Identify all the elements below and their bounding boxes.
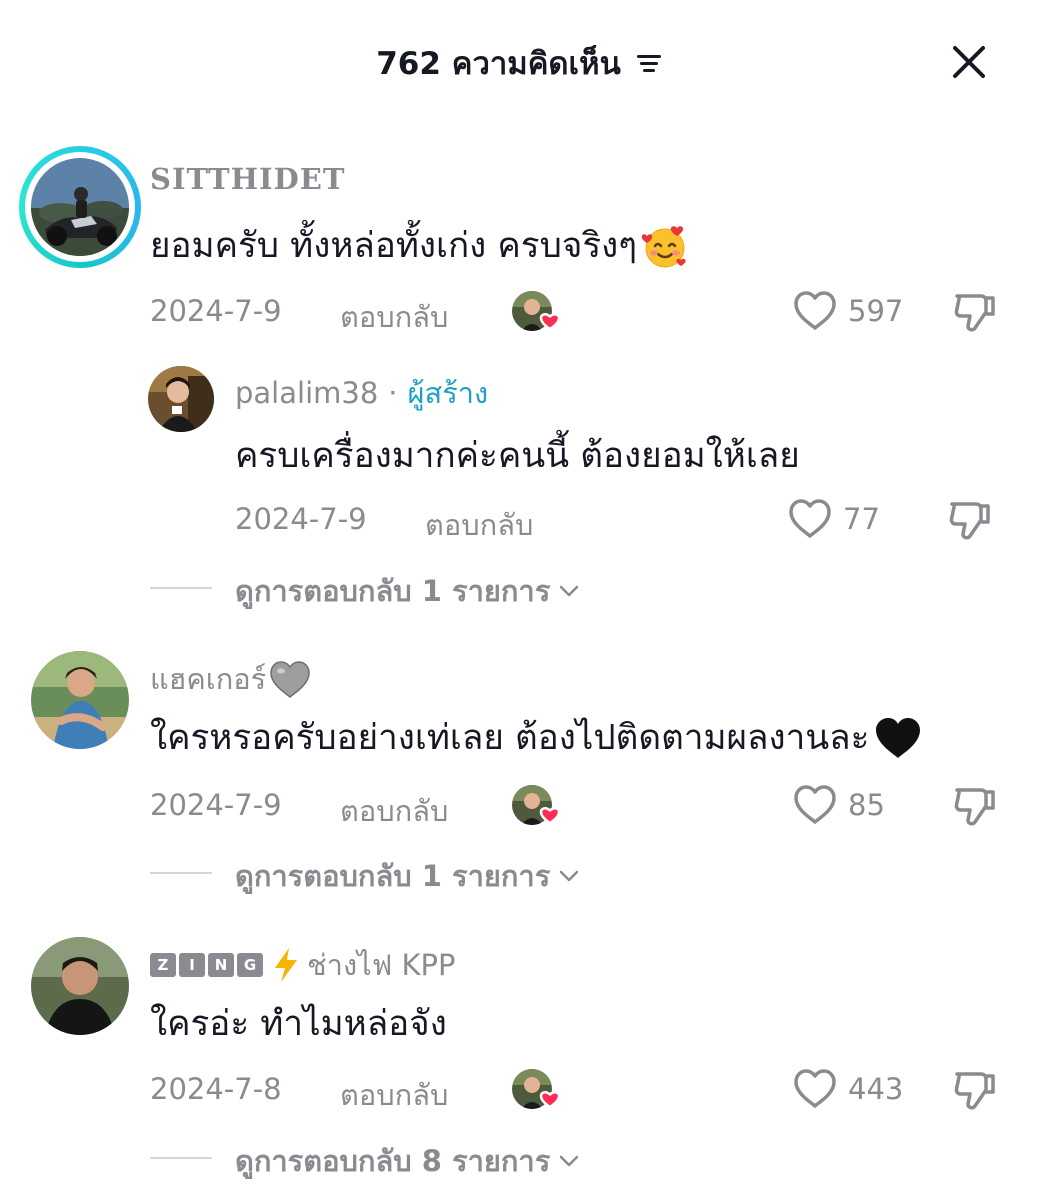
replies-divider [150, 872, 212, 874]
reply-button[interactable]: ตอบกลับ [340, 788, 448, 834]
avatar[interactable] [31, 937, 129, 1035]
heart-outline-icon [794, 291, 836, 330]
like-count: 597 [848, 294, 904, 328]
view-replies-button[interactable]: ดูการตอบกลับ 1 รายการ [235, 568, 582, 614]
smiling-face-with-hearts-icon [641, 225, 686, 267]
creator-label: ผู้สร้าง [407, 376, 489, 410]
reply-username-row: palalim38 · ผู้สร้าง [235, 370, 488, 416]
comment-date: 2024-7-8 [150, 1072, 282, 1106]
reply-button[interactable]: ตอบกลับ [425, 502, 533, 548]
zing-badge-icon: ZING [150, 953, 263, 977]
chevron-down-icon [560, 585, 579, 597]
grey-heart-icon [270, 661, 311, 699]
view-replies-button[interactable]: ดูการตอบกลับ 8 รายการ [235, 1138, 582, 1184]
reply-text: ครบเครื่องมากค่ะคนนี้ ต้องยอมให้เลย [235, 436, 800, 476]
black-heart-icon [876, 717, 921, 758]
creator-liked-avatar-heart-icon [512, 785, 561, 825]
creator-liked-avatar-heart-icon [512, 291, 561, 331]
thumbs-down-icon[interactable] [951, 782, 999, 830]
reply-username[interactable]: palalim38 [235, 376, 378, 410]
comment-text: ใครหรอครับอย่างเท่เลย ต้องไปติดตามผลงานล… [150, 710, 923, 765]
like-count: 77 [843, 502, 880, 536]
creator-liked-avatar-heart-icon [512, 1069, 561, 1109]
heart-outline-icon [794, 785, 836, 824]
like-count: 85 [848, 788, 885, 822]
comment-username[interactable]: SITTHIDET [150, 162, 345, 196]
comment-date: 2024-7-9 [150, 294, 282, 328]
close-icon[interactable] [945, 38, 993, 86]
comment-text: ใครอ่ะ ทำไมหล่อจัง [150, 1004, 447, 1044]
chevron-down-icon [560, 1155, 579, 1167]
view-replies-label: ดูการตอบกลับ 1 รายการ [235, 859, 551, 893]
thumbs-down-icon[interactable] [951, 1066, 999, 1114]
avatar[interactable] [31, 158, 129, 256]
comment-username[interactable]: ช่างไฟ KPP [307, 942, 455, 988]
thumbs-down-icon[interactable] [951, 288, 999, 336]
replies-divider [150, 587, 212, 589]
comments-count-title: 762 ความคิดเห็น [376, 46, 621, 82]
comment-username-row: ZING ช่างไฟ KPP [150, 942, 455, 988]
sort-lines-icon[interactable] [635, 49, 663, 77]
like-button[interactable]: 443 [792, 1066, 903, 1112]
heart-outline-icon [794, 1069, 836, 1108]
comment-text-content: ใครหรอครับอย่างเท่เลย ต้องไปติดตามผลงานล… [150, 718, 870, 758]
lightning-icon [275, 948, 297, 982]
comment-username[interactable]: แฮคเกอร์ [150, 656, 266, 702]
view-replies-button[interactable]: ดูการตอบกลับ 1 รายการ [235, 853, 582, 899]
comment-username-row: แฮคเกอร์ [150, 656, 312, 702]
thumbs-down-icon[interactable] [946, 496, 994, 544]
comment-text-content: ยอมครับ ทั้งหล่อทั้งเก่ง ครบจริงๆ [150, 226, 638, 266]
like-count: 443 [848, 1072, 904, 1106]
view-replies-label: ดูการตอบกลับ 1 รายการ [235, 574, 551, 608]
reply-date: 2024-7-9 [235, 502, 367, 536]
separator-dot: · [388, 376, 398, 410]
comment-text: ยอมครับ ทั้งหล่อทั้งเก่ง ครบจริงๆ [150, 218, 689, 273]
comments-header: 762 ความคิดเห็น [0, 38, 1039, 88]
chevron-down-icon [560, 870, 579, 882]
like-button[interactable]: 597 [792, 288, 903, 334]
heart-outline-icon [789, 499, 831, 538]
avatar[interactable] [148, 366, 214, 432]
replies-divider [150, 1157, 212, 1159]
like-button[interactable]: 85 [792, 782, 885, 828]
like-button[interactable]: 77 [787, 496, 880, 542]
view-replies-label: ดูการตอบกลับ 8 รายการ [235, 1144, 551, 1178]
comment-date: 2024-7-9 [150, 788, 282, 822]
reply-button[interactable]: ตอบกลับ [340, 294, 448, 340]
reply-button[interactable]: ตอบกลับ [340, 1072, 448, 1118]
avatar[interactable] [31, 651, 129, 749]
